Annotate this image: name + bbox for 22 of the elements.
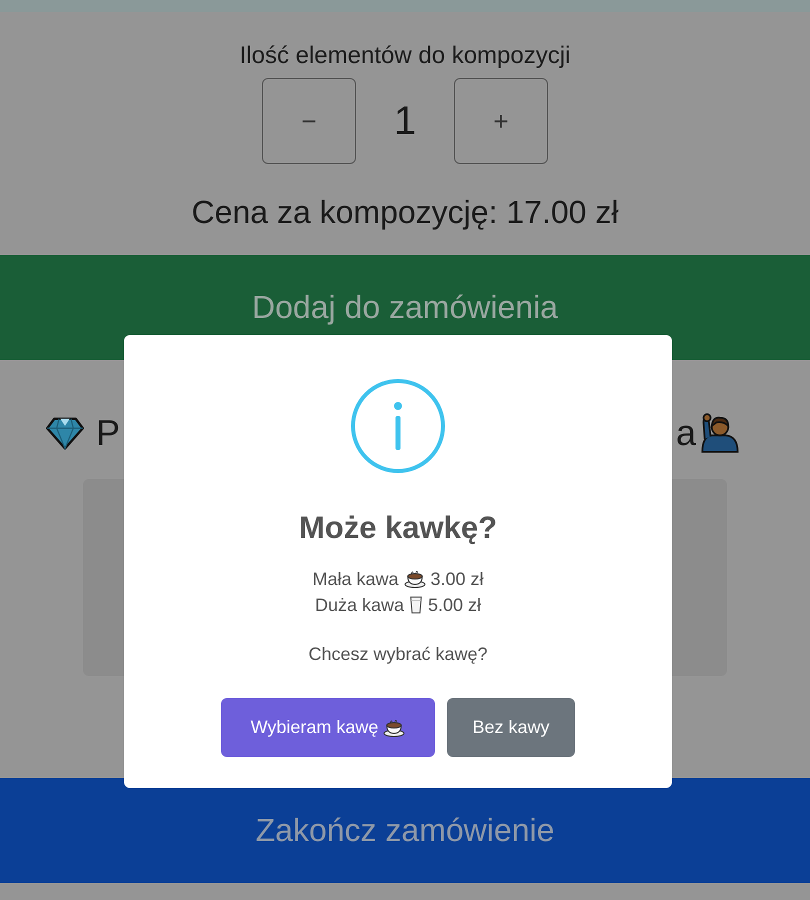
coffee-option-name: Duża kawa bbox=[314, 594, 404, 617]
increment-button[interactable]: + bbox=[454, 78, 548, 164]
milk-glass-icon bbox=[409, 595, 423, 615]
coffee-option-price: 5.00 zł bbox=[428, 594, 482, 617]
dialog-title: Może kawkę? bbox=[298, 510, 498, 546]
quantity-label: Ilość elementów do kompozycji bbox=[240, 42, 570, 70]
person-raising-hand-icon bbox=[700, 413, 740, 453]
dialog-question: Chcesz wybrać kawę? bbox=[308, 644, 488, 665]
composition-price: Cena za kompozycję: 17.00 zł bbox=[192, 194, 618, 231]
coffee-option-price: 3.00 zł bbox=[430, 568, 484, 591]
decrement-button[interactable]: − bbox=[262, 78, 356, 164]
coffee-cup-icon bbox=[383, 718, 406, 736]
coffee-option-name: Mała kawa bbox=[312, 568, 398, 591]
gem-icon bbox=[46, 415, 84, 451]
section-heading: P bbox=[96, 412, 120, 454]
quantity-value: 1 bbox=[392, 98, 418, 144]
section-heading: a bbox=[676, 412, 696, 454]
info-icon bbox=[350, 378, 446, 474]
coffee-cup-icon bbox=[404, 570, 426, 588]
finish-order-button[interactable]: Zakończ zamówienie bbox=[0, 778, 810, 883]
choose-coffee-button[interactable]: Wybieram kawę bbox=[221, 698, 435, 757]
no-coffee-button[interactable]: Bez kawy bbox=[447, 698, 575, 757]
